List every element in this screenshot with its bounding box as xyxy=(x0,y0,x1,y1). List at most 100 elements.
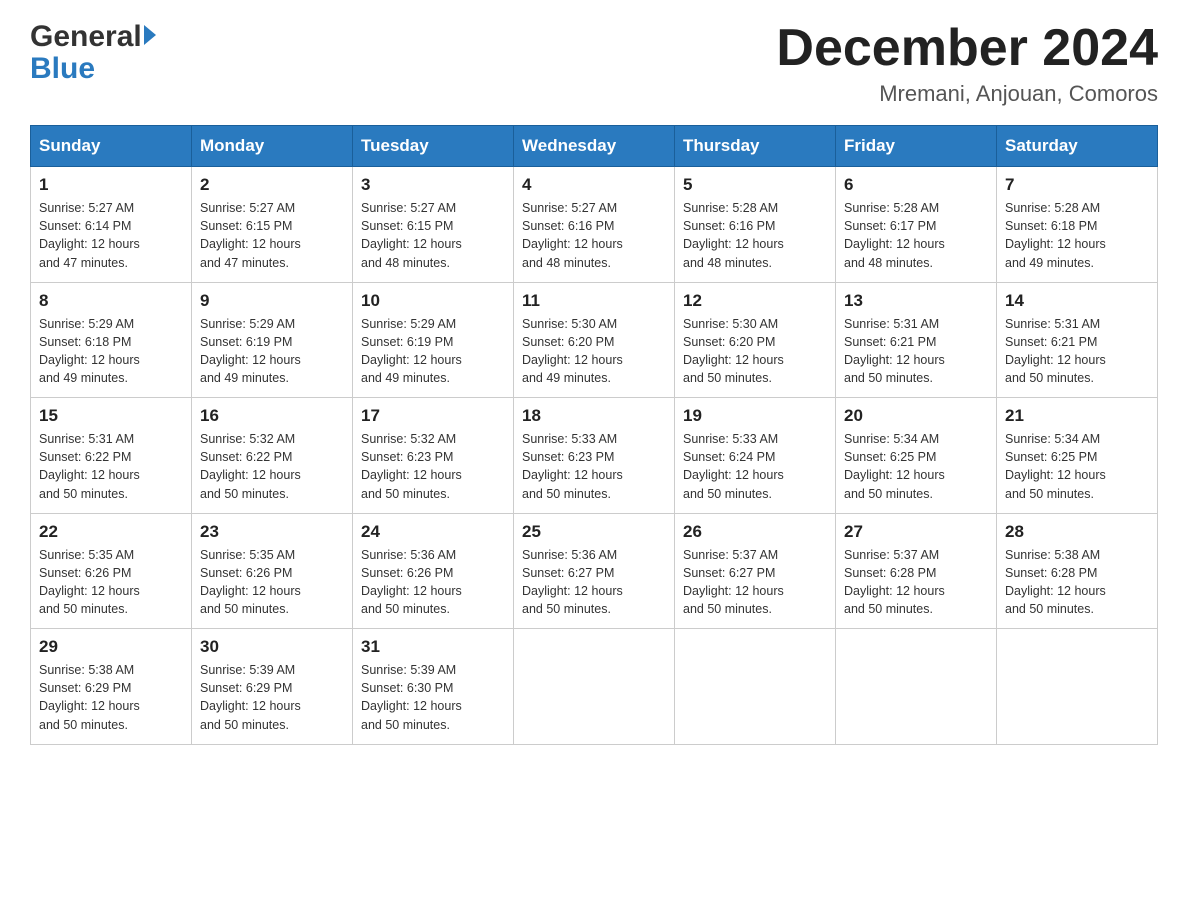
calendar-cell xyxy=(514,629,675,745)
day-info: Sunrise: 5:28 AMSunset: 6:17 PMDaylight:… xyxy=(844,199,988,272)
logo: General Blue xyxy=(30,20,156,84)
calendar-cell: 24Sunrise: 5:36 AMSunset: 6:26 PMDayligh… xyxy=(353,513,514,629)
day-info: Sunrise: 5:31 AMSunset: 6:21 PMDaylight:… xyxy=(844,315,988,388)
day-number: 28 xyxy=(1005,522,1149,542)
day-number: 20 xyxy=(844,406,988,426)
calendar-header-friday: Friday xyxy=(836,126,997,167)
day-number: 8 xyxy=(39,291,183,311)
day-number: 10 xyxy=(361,291,505,311)
day-info: Sunrise: 5:39 AMSunset: 6:29 PMDaylight:… xyxy=(200,661,344,734)
day-info: Sunrise: 5:29 AMSunset: 6:19 PMDaylight:… xyxy=(200,315,344,388)
day-number: 2 xyxy=(200,175,344,195)
calendar-week-row: 22 Sunrise: 5:35 AMSunset: 6:26 PMDayligh… xyxy=(31,513,1158,629)
calendar-cell: 11 Sunrise: 5:30 AMSunset: 6:20 PMDayligh… xyxy=(514,282,675,398)
day-info: Sunrise: 5:37 AMSunset: 6:27 PMDaylight:… xyxy=(683,546,827,619)
day-number: 22 xyxy=(39,522,183,542)
calendar-header-saturday: Saturday xyxy=(997,126,1158,167)
calendar-cell: 21Sunrise: 5:34 AMSunset: 6:25 PMDayligh… xyxy=(997,398,1158,514)
calendar-week-row: 1 Sunrise: 5:27 AMSunset: 6:14 PMDaylight… xyxy=(31,167,1158,283)
calendar-header-thursday: Thursday xyxy=(675,126,836,167)
day-info: Sunrise: 5:38 AMSunset: 6:29 PMDaylight:… xyxy=(39,661,183,734)
calendar-cell: 26 Sunrise: 5:37 AMSunset: 6:27 PMDayligh… xyxy=(675,513,836,629)
day-info: Sunrise: 5:39 AMSunset: 6:30 PMDaylight:… xyxy=(361,661,505,734)
day-number: 25 xyxy=(522,522,666,542)
calendar-cell: 23 Sunrise: 5:35 AMSunset: 6:26 PMDayligh… xyxy=(192,513,353,629)
day-info: Sunrise: 5:38 AMSunset: 6:28 PMDaylight:… xyxy=(1005,546,1149,619)
calendar-header-sunday: Sunday xyxy=(31,126,192,167)
day-info: Sunrise: 5:36 AMSunset: 6:26 PMDaylight:… xyxy=(361,546,505,619)
calendar-cell: 17Sunrise: 5:32 AMSunset: 6:23 PMDayligh… xyxy=(353,398,514,514)
day-info: Sunrise: 5:29 AMSunset: 6:19 PMDaylight:… xyxy=(361,315,505,388)
calendar-cell: 7 Sunrise: 5:28 AMSunset: 6:18 PMDaylight… xyxy=(997,167,1158,283)
day-number: 3 xyxy=(361,175,505,195)
day-info: Sunrise: 5:35 AMSunset: 6:26 PMDaylight:… xyxy=(39,546,183,619)
logo-general-text: General xyxy=(30,20,142,54)
day-info: Sunrise: 5:30 AMSunset: 6:20 PMDaylight:… xyxy=(522,315,666,388)
day-number: 19 xyxy=(683,406,827,426)
day-number: 11 xyxy=(522,291,666,311)
calendar-cell: 14 Sunrise: 5:31 AMSunset: 6:21 PMDayligh… xyxy=(997,282,1158,398)
calendar-week-row: 15Sunrise: 5:31 AMSunset: 6:22 PMDayligh… xyxy=(31,398,1158,514)
calendar-cell: 4 Sunrise: 5:27 AMSunset: 6:16 PMDaylight… xyxy=(514,167,675,283)
calendar-week-row: 29 Sunrise: 5:38 AMSunset: 6:29 PMDayligh… xyxy=(31,629,1158,745)
calendar-cell: 13 Sunrise: 5:31 AMSunset: 6:21 PMDayligh… xyxy=(836,282,997,398)
calendar-cell xyxy=(997,629,1158,745)
calendar-header-wednesday: Wednesday xyxy=(514,126,675,167)
day-number: 13 xyxy=(844,291,988,311)
calendar-cell: 8 Sunrise: 5:29 AMSunset: 6:18 PMDaylight… xyxy=(31,282,192,398)
day-info: Sunrise: 5:28 AMSunset: 6:16 PMDaylight:… xyxy=(683,199,827,272)
day-number: 23 xyxy=(200,522,344,542)
day-number: 6 xyxy=(844,175,988,195)
day-info: Sunrise: 5:31 AMSunset: 6:21 PMDaylight:… xyxy=(1005,315,1149,388)
day-info: Sunrise: 5:28 AMSunset: 6:18 PMDaylight:… xyxy=(1005,199,1149,272)
calendar-header-monday: Monday xyxy=(192,126,353,167)
day-number: 27 xyxy=(844,522,988,542)
calendar-cell xyxy=(836,629,997,745)
day-info: Sunrise: 5:27 AMSunset: 6:14 PMDaylight:… xyxy=(39,199,183,272)
calendar-cell: 28 Sunrise: 5:38 AMSunset: 6:28 PMDayligh… xyxy=(997,513,1158,629)
calendar-cell: 15Sunrise: 5:31 AMSunset: 6:22 PMDayligh… xyxy=(31,398,192,514)
day-number: 16 xyxy=(200,406,344,426)
calendar-cell xyxy=(675,629,836,745)
day-number: 17 xyxy=(361,406,505,426)
calendar-table: SundayMondayTuesdayWednesdayThursdayFrid… xyxy=(30,125,1158,745)
calendar-cell: 2 Sunrise: 5:27 AMSunset: 6:15 PMDaylight… xyxy=(192,167,353,283)
day-info: Sunrise: 5:34 AMSunset: 6:25 PMDaylight:… xyxy=(1005,430,1149,503)
day-info: Sunrise: 5:27 AMSunset: 6:15 PMDaylight:… xyxy=(361,199,505,272)
day-number: 29 xyxy=(39,637,183,657)
calendar-cell: 3 Sunrise: 5:27 AMSunset: 6:15 PMDaylight… xyxy=(353,167,514,283)
day-number: 15 xyxy=(39,406,183,426)
calendar-cell: 12Sunrise: 5:30 AMSunset: 6:20 PMDayligh… xyxy=(675,282,836,398)
calendar-week-row: 8 Sunrise: 5:29 AMSunset: 6:18 PMDaylight… xyxy=(31,282,1158,398)
calendar-cell: 16Sunrise: 5:32 AMSunset: 6:22 PMDayligh… xyxy=(192,398,353,514)
calendar-cell: 6 Sunrise: 5:28 AMSunset: 6:17 PMDaylight… xyxy=(836,167,997,283)
calendar-cell: 31 Sunrise: 5:39 AMSunset: 6:30 PMDayligh… xyxy=(353,629,514,745)
day-number: 31 xyxy=(361,637,505,657)
day-info: Sunrise: 5:35 AMSunset: 6:26 PMDaylight:… xyxy=(200,546,344,619)
calendar-cell: 30Sunrise: 5:39 AMSunset: 6:29 PMDayligh… xyxy=(192,629,353,745)
calendar-cell: 22 Sunrise: 5:35 AMSunset: 6:26 PMDayligh… xyxy=(31,513,192,629)
title-section: December 2024 Mremani, Anjouan, Comoros xyxy=(776,20,1158,107)
page-header: General Blue December 2024 Mremani, Anjo… xyxy=(30,20,1158,107)
calendar-cell: 1 Sunrise: 5:27 AMSunset: 6:14 PMDaylight… xyxy=(31,167,192,283)
calendar-cell: 18Sunrise: 5:33 AMSunset: 6:23 PMDayligh… xyxy=(514,398,675,514)
day-number: 9 xyxy=(200,291,344,311)
logo-blue-text: Blue xyxy=(30,54,95,84)
calendar-cell: 29 Sunrise: 5:38 AMSunset: 6:29 PMDayligh… xyxy=(31,629,192,745)
logo-arrow-icon xyxy=(144,25,156,45)
day-number: 14 xyxy=(1005,291,1149,311)
day-number: 18 xyxy=(522,406,666,426)
calendar-cell: 27Sunrise: 5:37 AMSunset: 6:28 PMDayligh… xyxy=(836,513,997,629)
day-info: Sunrise: 5:36 AMSunset: 6:27 PMDaylight:… xyxy=(522,546,666,619)
day-number: 1 xyxy=(39,175,183,195)
calendar-cell: 25 Sunrise: 5:36 AMSunset: 6:27 PMDayligh… xyxy=(514,513,675,629)
calendar-header-tuesday: Tuesday xyxy=(353,126,514,167)
day-number: 26 xyxy=(683,522,827,542)
day-info: Sunrise: 5:27 AMSunset: 6:16 PMDaylight:… xyxy=(522,199,666,272)
day-number: 5 xyxy=(683,175,827,195)
day-number: 4 xyxy=(522,175,666,195)
day-info: Sunrise: 5:27 AMSunset: 6:15 PMDaylight:… xyxy=(200,199,344,272)
day-number: 7 xyxy=(1005,175,1149,195)
day-info: Sunrise: 5:29 AMSunset: 6:18 PMDaylight:… xyxy=(39,315,183,388)
calendar-cell: 9 Sunrise: 5:29 AMSunset: 6:19 PMDaylight… xyxy=(192,282,353,398)
